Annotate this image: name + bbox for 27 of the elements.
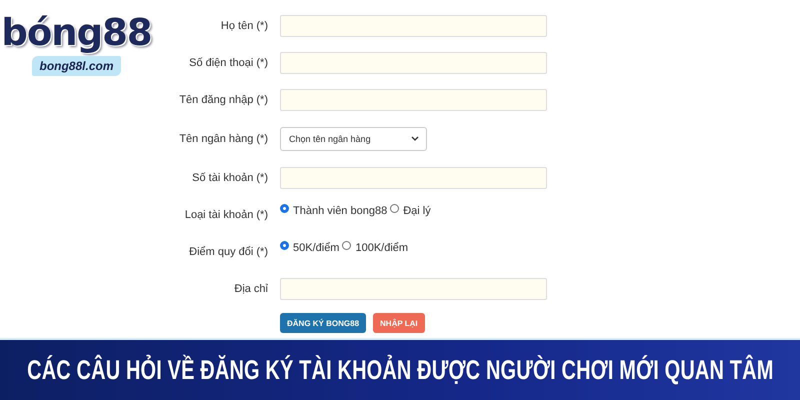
caret-icon [411, 136, 419, 141]
radio-label[interactable]: 50K/điểm [293, 242, 340, 254]
dropdown[interactable]: Chọn tên ngân hàng [280, 126, 427, 150]
radio-button[interactable] [390, 204, 400, 213]
radio-label[interactable]: Đại lý [403, 204, 431, 216]
radio-label[interactable]: 100K/điểm [355, 242, 408, 254]
banner-title: CÁC CÂU HỎI VỀ ĐĂNG KÝ TÀI KHOẢN ĐƯỢC NGƯỜI CHƠI MỚI QUAN TÂM [26, 354, 774, 386]
field-label: Tên đăng nhập (*) [179, 94, 268, 106]
radio-button[interactable] [342, 241, 352, 250]
logo-wordmark: bóng88 [1, 12, 152, 54]
logo-domain-badge: bong88l.com [32, 56, 120, 76]
radio-button[interactable] [280, 204, 289, 213]
input-field[interactable] [280, 52, 547, 74]
field-label: Số điện thoại (*) [189, 56, 268, 68]
radio-button[interactable] [280, 241, 289, 250]
field-label: Tên ngân hàng (*) [179, 132, 268, 144]
field-label: Loại tài khoản (*) [184, 208, 268, 220]
input-field[interactable] [280, 88, 547, 110]
field-label: Điểm quy đổi (*) [189, 246, 268, 258]
register-button[interactable]: ĐĂNG KÝ BONG88 [280, 313, 366, 333]
radio-label[interactable]: Thành viên bong88 [293, 204, 388, 216]
field-label: Địa chỉ [234, 282, 268, 294]
field-label: Họ tên (*) [220, 20, 268, 32]
input-field[interactable] [280, 278, 547, 300]
field-label: Số tài khoản (*) [192, 172, 268, 184]
input-field[interactable] [280, 166, 547, 188]
input-field[interactable] [280, 14, 547, 36]
